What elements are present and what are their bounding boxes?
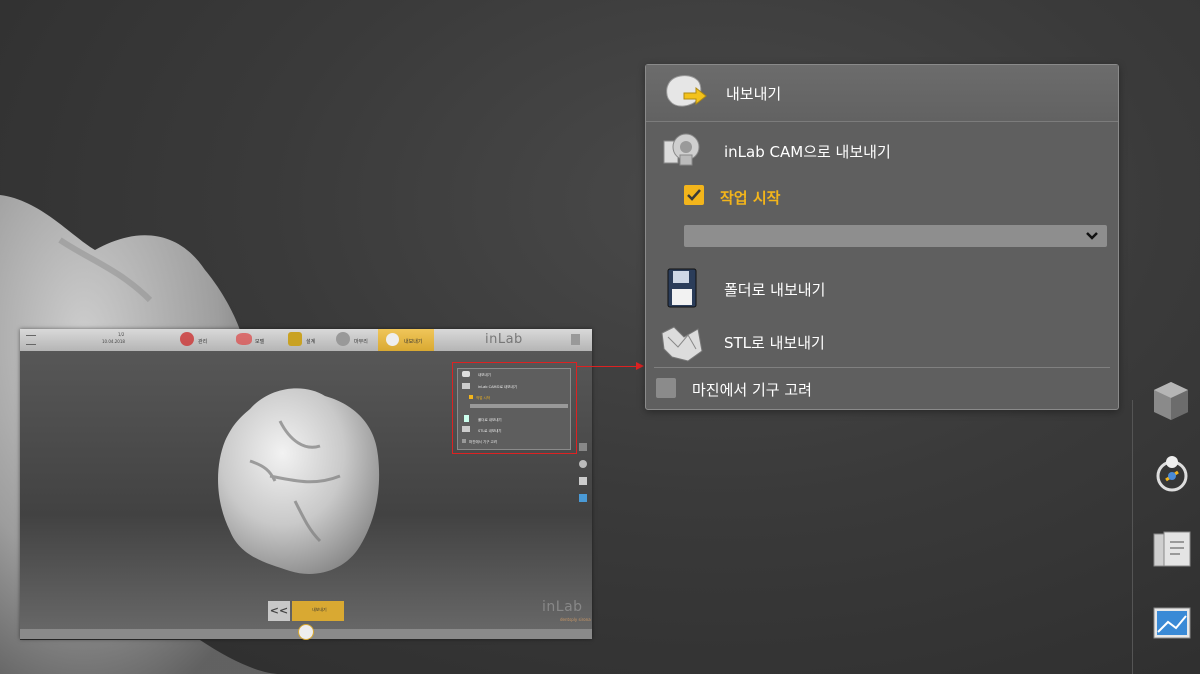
chevron-down-icon [1086, 232, 1098, 240]
documents-icon[interactable] [1150, 528, 1194, 572]
nav-current-label: 내보내기 [312, 607, 327, 612]
date-line-1: 1/2 [118, 332, 125, 337]
cam-job-dropdown[interactable] [684, 225, 1107, 247]
cube-view-icon[interactable] [1150, 378, 1192, 424]
stl-file-icon[interactable] [658, 323, 706, 365]
start-job-checkbox[interactable] [684, 185, 704, 205]
thumbnail-bottom-logo: inLab [542, 599, 583, 615]
mini-cube-icon[interactable] [579, 443, 587, 451]
margin-instrument-label: 마진에서 기구 고려 [692, 381, 812, 399]
nav-current-step[interactable]: 내보내기 [292, 601, 344, 621]
start-job-label: 작업 시작 [720, 189, 781, 207]
highlight-box [452, 362, 577, 454]
step-export-icon [386, 333, 399, 346]
nav-back-button[interactable]: << [268, 601, 290, 621]
panel-separator [654, 367, 1110, 368]
highlight-arrow-head [636, 362, 644, 370]
step-admin-label: 관리 [198, 339, 208, 345]
mini-documents-icon[interactable] [579, 477, 587, 485]
checkmark-icon [687, 189, 701, 201]
date-line-2: 10.04.2018 [102, 339, 125, 344]
export-panel-header: 내보내기 [646, 65, 1118, 122]
export-icon [666, 75, 707, 107]
thumbnail-app-logo: inLab [485, 332, 523, 347]
thumbnail-bottom-step-icon[interactable] [298, 624, 314, 640]
right-toolbar-divider [1132, 400, 1133, 674]
menu-icon[interactable] [26, 335, 36, 345]
thumbnail-bottom-logo-sub: dentsply sirona [560, 617, 591, 622]
light-icon[interactable] [1152, 450, 1192, 496]
highlight-arrow-line [576, 366, 640, 367]
step-finish-icon[interactable] [336, 332, 350, 346]
stl-export-label[interactable]: STL로 내보내기 [724, 332, 825, 353]
step-design-icon[interactable] [288, 332, 302, 346]
step-admin-icon[interactable] [180, 332, 194, 346]
step-export-label: 내보내기 [404, 339, 423, 345]
mini-screenshot-icon[interactable] [579, 494, 587, 502]
step-design-label: 설계 [306, 339, 316, 345]
tooth-model-render[interactable] [210, 381, 385, 581]
margin-instrument-checkbox[interactable] [656, 378, 676, 398]
floppy-disk-icon[interactable] [666, 267, 698, 309]
step-model-label: 모델 [255, 339, 265, 345]
folder-export-label[interactable]: 폴더로 내보내기 [724, 279, 825, 300]
mini-light-icon[interactable] [579, 460, 587, 468]
export-panel-title: 내보내기 [726, 85, 782, 103]
step-model-icon[interactable] [236, 333, 252, 345]
export-panel: 내보내기 inLab CAM으로 내보내기 작업 시작 폴더로 내보내기 STL… [645, 64, 1119, 410]
step-finish-label: 마무리 [354, 339, 368, 345]
cam-export-label[interactable]: inLab CAM으로 내보내기 [724, 141, 891, 162]
thumbnail-top-bar: 1/2 10.04.2018 관리 모델 설계 마무리 내보내기 inLab [20, 329, 592, 351]
screenshot-icon[interactable] [1150, 602, 1194, 646]
cam-export-icon[interactable] [660, 129, 704, 169]
thumbnail-cube-icon[interactable] [571, 334, 580, 345]
thumbnail-step-nav: << 내보내기 [268, 601, 344, 621]
